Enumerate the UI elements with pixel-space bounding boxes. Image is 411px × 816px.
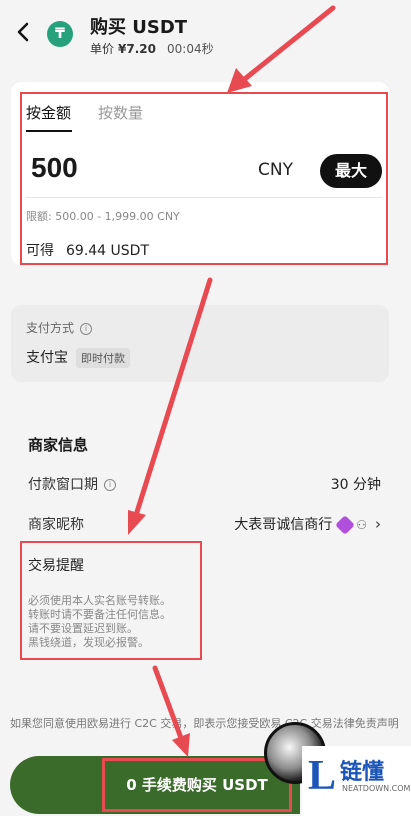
page-title: 购买 USDT xyxy=(90,17,188,38)
payment-method-card[interactable]: 支付方式 i 支付宝 即时付款 xyxy=(11,305,389,382)
merchant-nickname-label: 商家昵称 xyxy=(28,517,84,533)
disclaimer-text[interactable]: 如果您同意使用欧易进行 C2C 交易，即表示您接受欧易 C2C 交易法律免责声明 xyxy=(10,716,400,731)
amount-input[interactable]: 500 xyxy=(31,152,78,184)
payment-window-label: 付款窗口期 i xyxy=(28,474,116,494)
price-value: ¥7.20 xyxy=(118,42,156,56)
buy-button[interactable]: 0 手续费购买 USDT xyxy=(102,758,292,812)
info-icon[interactable]: i xyxy=(80,322,93,335)
merchant-section: 商家信息 付款窗口期 i 30 分钟 商家昵称 大表哥诚信商行 ⚇ › 交易提醒 必须… xyxy=(0,410,411,680)
receive-value: 69.44 USDT xyxy=(66,243,149,259)
divider xyxy=(26,197,382,198)
logo-subtext: NEATDOWN.COM xyxy=(342,784,411,793)
price-label: 单价 xyxy=(90,42,115,56)
user-icon: ⚇ xyxy=(356,518,367,532)
merchant-nickname-row[interactable]: 大表哥诚信商行 ⚇ › xyxy=(234,514,381,535)
logo-text: 链懂 xyxy=(340,760,385,785)
reminder-line: 请不要设置延迟到账。 xyxy=(28,622,138,635)
currency-label: CNY xyxy=(258,160,293,180)
merchant-nickname: 大表哥诚信商行 xyxy=(234,517,333,533)
reminder-line: 黑钱绕道，发现必报警。 xyxy=(28,636,149,649)
countdown-timer: 00:04秒 xyxy=(167,42,214,56)
limit-text: 限额: 500.00 - 1,999.00 CNY xyxy=(26,210,180,223)
payment-window-value: 30 分钟 xyxy=(330,477,381,493)
payment-title: 支付方式 i xyxy=(26,319,93,336)
reminder-title: 交易提醒 xyxy=(28,558,84,574)
payment-title-label: 支付方式 xyxy=(26,321,75,335)
chevron-right-icon: › xyxy=(375,515,381,533)
reminder-text: 必须使用本人实名账号转账。 转账时请不要备注任何信息。 请不要设置延迟到账。 黑… xyxy=(28,594,171,650)
receive-row: 可得 69.44 USDT xyxy=(26,240,149,260)
logo-letter: L xyxy=(308,753,337,799)
payment-method-name: 支付宝 xyxy=(26,350,68,366)
max-button[interactable]: 最大 xyxy=(320,154,382,188)
back-arrow-icon[interactable] xyxy=(14,20,34,44)
tab-underline xyxy=(26,130,72,132)
unit-price: 单价 ¥7.20 xyxy=(90,40,156,57)
usdt-coin-icon: ₸ xyxy=(47,21,73,47)
reminder-line: 转账时请不要备注任何信息。 xyxy=(28,608,171,621)
payment-method: 支付宝 即时付款 xyxy=(26,347,130,368)
tab-by-quantity[interactable]: 按数量 xyxy=(98,102,143,123)
reminder-line: 必须使用本人实名账号转账。 xyxy=(28,594,171,607)
tab-by-amount[interactable]: 按金额 xyxy=(26,102,71,123)
header: ₸ 购买 USDT 单价 ¥7.20 00:04秒 xyxy=(0,0,411,70)
payment-tag: 即时付款 xyxy=(76,348,130,368)
payment-window-text: 付款窗口期 xyxy=(28,477,98,493)
amount-card: 按金额 按数量 500 CNY 最大 限额: 500.00 - 1,999.00… xyxy=(11,82,389,265)
watermark-logo: L 链懂 NEATDOWN.COM xyxy=(302,746,411,816)
info-icon[interactable]: i xyxy=(104,479,116,491)
merchant-title: 商家信息 xyxy=(28,436,89,454)
receive-label: 可得 xyxy=(26,243,54,259)
verified-badge-icon xyxy=(335,515,356,535)
